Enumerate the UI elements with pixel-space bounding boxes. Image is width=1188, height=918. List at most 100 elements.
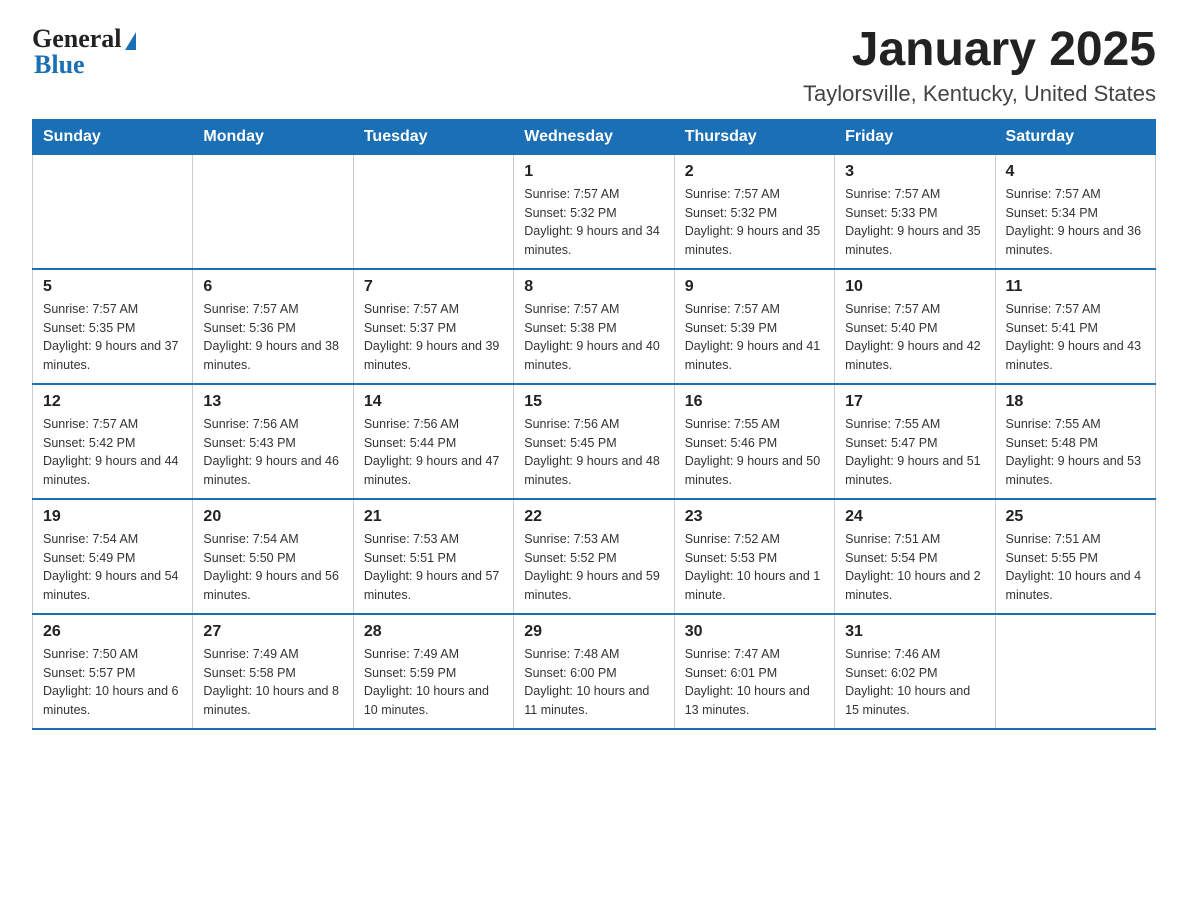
day-number: 9 [685,278,824,296]
day-number: 15 [524,393,663,411]
header: General Blue January 2025 Taylorsville, … [32,24,1156,107]
day-info: Sunrise: 7:53 AMSunset: 5:52 PMDaylight:… [524,530,663,605]
week-row-3: 12 Sunrise: 7:57 AMSunset: 5:42 PMDayligh… [33,384,1156,499]
day-number: 4 [1006,163,1145,181]
day-number: 29 [524,623,663,641]
day-info: Sunrise: 7:57 AMSunset: 5:39 PMDaylight:… [685,300,824,375]
day-info: Sunrise: 7:49 AMSunset: 5:59 PMDaylight:… [364,645,503,720]
day-cell-13: 13Sunrise: 7:56 AMSunset: 5:43 PMDayligh… [193,384,353,499]
day-info: Sunrise: 7:53 AMSunset: 5:51 PMDaylight:… [364,530,503,605]
day-info: Sunrise: 7:54 AMSunset: 5:50 PMDaylight:… [203,530,342,605]
day-cell-19: 19Sunrise: 7:54 AMSunset: 5:49 PMDayligh… [33,499,193,614]
day-info: Sunrise: 7:57 AMSunset: 5:32 PMDaylight:… [524,185,663,260]
day-header-thursday: Thursday [674,119,834,154]
day-cell-30: 30Sunrise: 7:47 AMSunset: 6:01 PMDayligh… [674,614,834,729]
day-cell-11: 11 Sunrise: 7:57 AMSunset: 5:41 PMDayligh… [995,269,1155,384]
day-cell-22: 22Sunrise: 7:53 AMSunset: 5:52 PMDayligh… [514,499,674,614]
day-info: Sunrise: 7:46 AMSunset: 6:02 PMDaylight:… [845,645,984,720]
day-cell-29: 29Sunrise: 7:48 AMSunset: 6:00 PMDayligh… [514,614,674,729]
day-number: 19 [43,508,182,526]
day-info: Sunrise: 7:52 AMSunset: 5:53 PMDaylight:… [685,530,824,605]
day-info: Sunrise: 7:55 AMSunset: 5:47 PMDaylight:… [845,415,984,490]
day-cell-15: 15 Sunrise: 7:56 AMSunset: 5:45 PMDayligh… [514,384,674,499]
subtitle: Taylorsville, Kentucky, United States [803,81,1156,107]
day-info: Sunrise: 7:57 AMSunset: 5:34 PMDaylight:… [1006,185,1145,260]
day-number: 28 [364,623,503,641]
day-number: 14 [364,393,503,411]
day-cell-2: 2Sunrise: 7:57 AMSunset: 5:32 PMDaylight… [674,154,834,269]
day-cell-5: 5 Sunrise: 7:57 AMSunset: 5:35 PMDaylight… [33,269,193,384]
day-info: Sunrise: 7:55 AMSunset: 5:46 PMDaylight:… [685,415,824,490]
week-row-1: 1 Sunrise: 7:57 AMSunset: 5:32 PMDaylight… [33,154,1156,269]
day-cell-23: 23 Sunrise: 7:52 AMSunset: 5:53 PMDayligh… [674,499,834,614]
day-header-saturday: Saturday [995,119,1155,154]
day-number: 5 [43,278,182,296]
empty-cell [995,614,1155,729]
day-cell-24: 24 Sunrise: 7:51 AMSunset: 5:54 PMDayligh… [835,499,995,614]
day-cell-9: 9 Sunrise: 7:57 AMSunset: 5:39 PMDaylight… [674,269,834,384]
calendar-header-row: SundayMondayTuesdayWednesdayThursdayFrid… [33,119,1156,154]
day-header-wednesday: Wednesday [514,119,674,154]
empty-cell [33,154,193,269]
day-cell-31: 31 Sunrise: 7:46 AMSunset: 6:02 PMDayligh… [835,614,995,729]
day-number: 20 [203,508,342,526]
day-number: 26 [43,623,182,641]
day-cell-10: 10Sunrise: 7:57 AMSunset: 5:40 PMDayligh… [835,269,995,384]
day-number: 25 [1006,508,1145,526]
day-number: 11 [1006,278,1145,296]
day-info: Sunrise: 7:56 AMSunset: 5:43 PMDaylight:… [203,415,342,490]
week-row-5: 26 Sunrise: 7:50 AMSunset: 5:57 PMDayligh… [33,614,1156,729]
day-cell-26: 26 Sunrise: 7:50 AMSunset: 5:57 PMDayligh… [33,614,193,729]
day-cell-25: 25 Sunrise: 7:51 AMSunset: 5:55 PMDayligh… [995,499,1155,614]
empty-cell [193,154,353,269]
day-info: Sunrise: 7:57 AMSunset: 5:38 PMDaylight:… [524,300,663,375]
day-number: 8 [524,278,663,296]
day-number: 18 [1006,393,1145,411]
day-cell-12: 12 Sunrise: 7:57 AMSunset: 5:42 PMDayligh… [33,384,193,499]
day-number: 6 [203,278,342,296]
day-cell-4: 4 Sunrise: 7:57 AMSunset: 5:34 PMDaylight… [995,154,1155,269]
day-cell-6: 6 Sunrise: 7:57 AMSunset: 5:36 PMDaylight… [193,269,353,384]
day-number: 1 [524,163,663,181]
day-info: Sunrise: 7:57 AMSunset: 5:33 PMDaylight:… [845,185,984,260]
day-header-tuesday: Tuesday [353,119,513,154]
day-number: 7 [364,278,503,296]
day-info: Sunrise: 7:57 AMSunset: 5:36 PMDaylight:… [203,300,342,375]
day-info: Sunrise: 7:49 AMSunset: 5:58 PMDaylight:… [203,645,342,720]
day-info: Sunrise: 7:51 AMSunset: 5:55 PMDaylight:… [1006,530,1145,605]
day-number: 31 [845,623,984,641]
day-info: Sunrise: 7:57 AMSunset: 5:35 PMDaylight:… [43,300,182,375]
day-cell-27: 27Sunrise: 7:49 AMSunset: 5:58 PMDayligh… [193,614,353,729]
day-number: 23 [685,508,824,526]
day-info: Sunrise: 7:57 AMSunset: 5:41 PMDaylight:… [1006,300,1145,375]
day-header-friday: Friday [835,119,995,154]
week-row-2: 5 Sunrise: 7:57 AMSunset: 5:35 PMDaylight… [33,269,1156,384]
day-info: Sunrise: 7:57 AMSunset: 5:40 PMDaylight:… [845,300,984,375]
day-cell-3: 3 Sunrise: 7:57 AMSunset: 5:33 PMDaylight… [835,154,995,269]
logo-triangle-icon [125,32,136,50]
day-info: Sunrise: 7:51 AMSunset: 5:54 PMDaylight:… [845,530,984,605]
day-header-monday: Monday [193,119,353,154]
day-number: 17 [845,393,984,411]
week-row-4: 19Sunrise: 7:54 AMSunset: 5:49 PMDayligh… [33,499,1156,614]
day-cell-18: 18 Sunrise: 7:55 AMSunset: 5:48 PMDayligh… [995,384,1155,499]
day-info: Sunrise: 7:47 AMSunset: 6:01 PMDaylight:… [685,645,824,720]
calendar: SundayMondayTuesdayWednesdayThursdayFrid… [32,119,1156,730]
day-header-sunday: Sunday [33,119,193,154]
day-number: 3 [845,163,984,181]
day-info: Sunrise: 7:50 AMSunset: 5:57 PMDaylight:… [43,645,182,720]
day-number: 24 [845,508,984,526]
main-title: January 2025 [803,24,1156,77]
day-info: Sunrise: 7:55 AMSunset: 5:48 PMDaylight:… [1006,415,1145,490]
day-cell-28: 28 Sunrise: 7:49 AMSunset: 5:59 PMDayligh… [353,614,513,729]
day-number: 12 [43,393,182,411]
day-info: Sunrise: 7:57 AMSunset: 5:42 PMDaylight:… [43,415,182,490]
day-cell-1: 1 Sunrise: 7:57 AMSunset: 5:32 PMDaylight… [514,154,674,269]
empty-cell [353,154,513,269]
logo-blue-text: Blue [34,50,85,80]
day-cell-17: 17 Sunrise: 7:55 AMSunset: 5:47 PMDayligh… [835,384,995,499]
day-number: 21 [364,508,503,526]
title-block: January 2025 Taylorsville, Kentucky, Uni… [803,24,1156,107]
day-cell-7: 7Sunrise: 7:57 AMSunset: 5:37 PMDaylight… [353,269,513,384]
day-info: Sunrise: 7:56 AMSunset: 5:45 PMDaylight:… [524,415,663,490]
